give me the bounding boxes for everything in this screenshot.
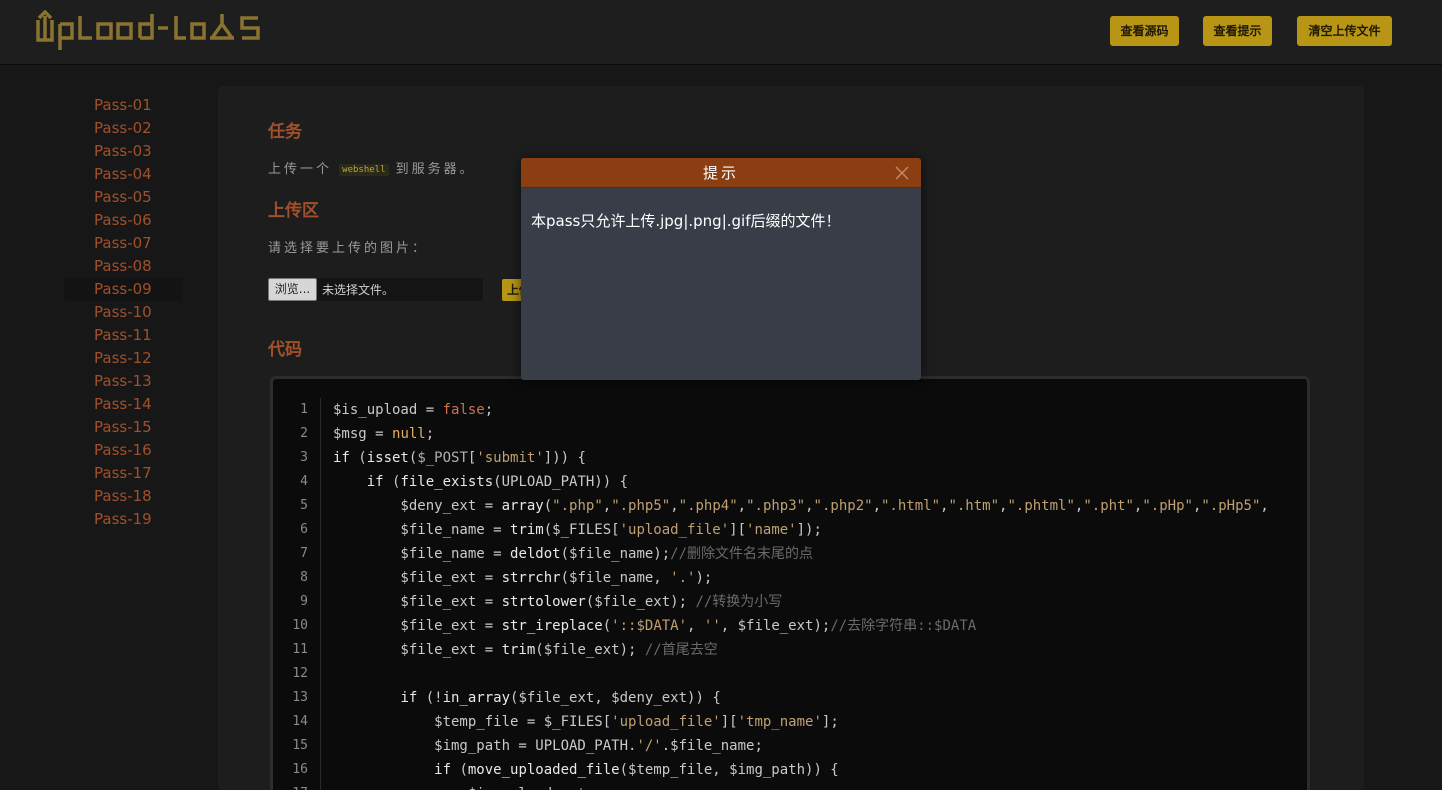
code-line: $file_ext = str_ireplace('::$DATA', '', … <box>333 618 977 634</box>
line-number: 5 <box>300 498 308 513</box>
clear-uploads-button[interactable]: 清空上传文件 <box>1297 16 1392 46</box>
sidebar-item-pass-11[interactable]: Pass-11 <box>64 324 182 347</box>
code-line: $file_name = deldot($file_name);//删除文件名末… <box>333 546 814 562</box>
sidebar-item-pass-18[interactable]: Pass-18 <box>64 485 182 508</box>
sidebar-item-pass-07[interactable]: Pass-07 <box>64 232 182 255</box>
line-number: 3 <box>300 450 308 465</box>
line-number: 17 <box>273 782 320 790</box>
view-source-button[interactable]: 查看源码 <box>1110 16 1179 46</box>
header-bar: 查看源码 查看提示 清空上传文件 <box>0 0 1442 65</box>
code-line: $msg = null; <box>333 426 435 442</box>
hint-dialog: 提示 本pass只允许上传.jpg|.png|.gif后缀的文件！ <box>521 158 921 380</box>
sidebar-item-pass-03[interactable]: Pass-03 <box>64 140 182 163</box>
line-number: 9 <box>300 594 308 609</box>
dialog-header: 提示 <box>521 158 921 188</box>
line-number: 4 <box>300 474 308 489</box>
task-heading: 任务 <box>268 122 302 142</box>
sidebar-item-pass-06[interactable]: Pass-06 <box>64 209 182 232</box>
sidebar-item-pass-05[interactable]: Pass-05 <box>64 186 182 209</box>
code-line: if (isset($_POST['submit'])) { <box>333 450 586 466</box>
upload-prompt: 请选择要上传的图片： <box>268 241 429 256</box>
line-number: 8 <box>300 570 308 585</box>
line-number: 14 <box>292 714 308 729</box>
dialog-message: 本pass只允许上传.jpg|.png|.gif后缀的文件！ <box>531 212 841 230</box>
task-text-before: 上传一个 <box>268 162 333 177</box>
line-number: 12 <box>292 666 308 681</box>
line-number: 7 <box>300 546 308 561</box>
code-line: if (move_uploaded_file($temp_file, $img_… <box>434 762 839 778</box>
line-number: 2 <box>300 426 308 441</box>
code-line: $is_upload = true; <box>333 782 1307 790</box>
line-number-gutter: 1234567891011121314151617 <box>273 398 321 790</box>
code-line: if (file_exists(UPLOAD_PATH)) { <box>366 474 629 490</box>
line-number: 16 <box>292 762 308 777</box>
sidebar-item-pass-10[interactable]: Pass-10 <box>64 301 182 324</box>
line-number: 10 <box>292 618 308 633</box>
sidebar-item-pass-19[interactable]: Pass-19 <box>64 508 182 531</box>
code-heading: 代码 <box>268 340 302 360</box>
line-number: 11 <box>292 642 308 657</box>
line-number: 15 <box>292 738 308 753</box>
dialog-title: 提示 <box>702 164 739 182</box>
sidebar-item-pass-14[interactable]: Pass-14 <box>64 393 182 416</box>
task-description: 上传一个 webshell 到服务器。 <box>268 158 476 177</box>
sidebar-item-pass-02[interactable]: Pass-02 <box>64 117 182 140</box>
code-line: $deny_ext = array(".php",".php5",".php4"… <box>333 498 1269 514</box>
sidebar-item-pass-16[interactable]: Pass-16 <box>64 439 182 462</box>
code-line: $is_upload = false; <box>333 402 494 418</box>
task-code: webshell <box>339 163 389 176</box>
line-number: 6 <box>300 522 308 537</box>
sidebar-item-pass-13[interactable]: Pass-13 <box>64 370 182 393</box>
code-line: $file_ext = trim($file_ext); //首尾去空 <box>333 642 718 658</box>
sidebar-item-pass-01[interactable]: Pass-01 <box>64 94 182 117</box>
sidebar-item-pass-15[interactable]: Pass-15 <box>64 416 182 439</box>
line-number: 1 <box>300 402 308 417</box>
close-icon[interactable] <box>895 166 909 180</box>
sidebar-item-pass-04[interactable]: Pass-04 <box>64 163 182 186</box>
code-line: $file_ext = strrchr($file_name, '.'); <box>333 570 713 586</box>
sidebar-item-pass-17[interactable]: Pass-17 <box>64 462 182 485</box>
browse-button[interactable]: 浏览... <box>268 278 317 301</box>
code-line: $file_ext = strtolower($file_ext); //转换为… <box>333 594 783 610</box>
sidebar-item-pass-08[interactable]: Pass-08 <box>64 255 182 278</box>
task-text-after: 到服务器。 <box>395 162 476 177</box>
sidebar-item-pass-12[interactable]: Pass-12 <box>64 347 182 370</box>
sidebar-item-pass-09[interactable]: Pass-09 <box>64 278 182 301</box>
code-line: $file_name = trim($_FILES['upload_file']… <box>333 522 822 538</box>
sidebar-nav: Pass-01 Pass-02 Pass-03 Pass-04 Pass-05 Pass-… <box>64 94 182 531</box>
code-line: $temp_file = $_FILES['upload_file']['tmp… <box>333 714 839 730</box>
code-line: if (!in_array($file_ext, $deny_ext)) { <box>400 690 721 706</box>
file-status-text: 未选择文件。 <box>322 283 395 297</box>
code-line: $img_path = UPLOAD_PATH.'/'.$file_name; <box>333 738 763 754</box>
code-block: 1234567891011121314151617 $is_upload = f… <box>270 376 1310 790</box>
line-number: 13 <box>292 690 308 705</box>
file-input[interactable]: 浏览... 未选择文件。 <box>268 278 483 301</box>
upload-labs-logo <box>36 10 260 50</box>
view-hint-button[interactable]: 查看提示 <box>1203 16 1272 46</box>
code-lines: $is_upload = false; $msg = null; if (iss… <box>333 398 1307 790</box>
upload-area-heading: 上传区 <box>268 201 319 221</box>
